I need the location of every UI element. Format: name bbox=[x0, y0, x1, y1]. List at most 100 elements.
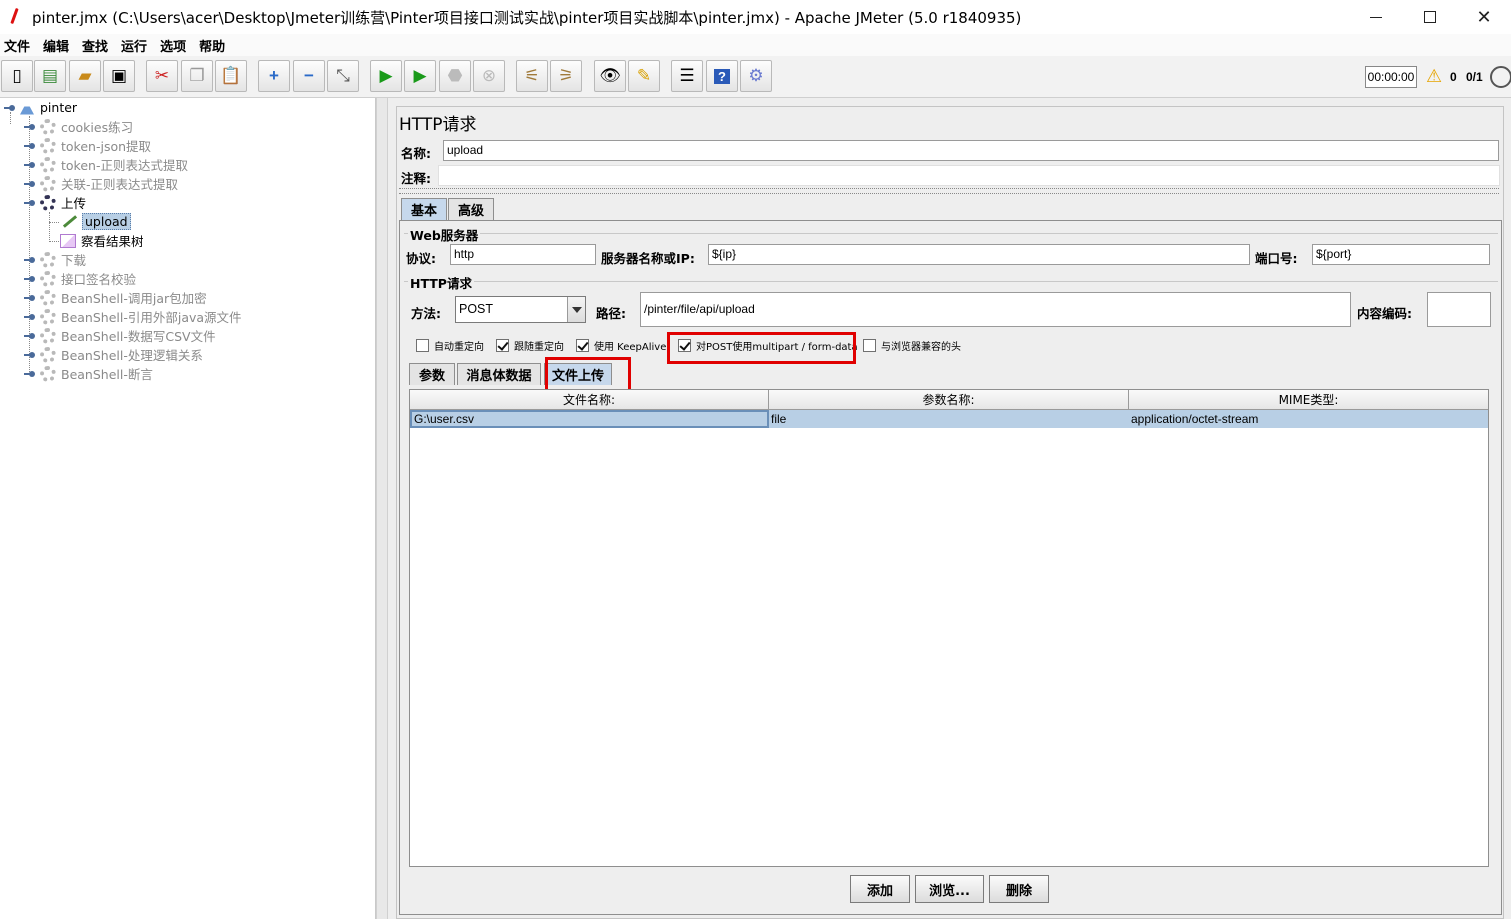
tree-item-signature[interactable]: 接口签名校验 bbox=[24, 269, 136, 288]
method-select[interactable]: POST bbox=[455, 296, 586, 323]
start-button[interactable]: ▶ bbox=[370, 60, 402, 92]
cut-button[interactable]: ✂ bbox=[146, 60, 178, 92]
chevron-down-icon[interactable] bbox=[567, 297, 585, 322]
tree-toggle-icon[interactable] bbox=[4, 103, 15, 113]
tree-item-upload-sampler[interactable]: upload bbox=[60, 212, 131, 231]
templates-button[interactable]: ▤ bbox=[34, 60, 66, 92]
stop-button[interactable]: ⬣ bbox=[439, 60, 471, 92]
warning-count: 0 bbox=[1450, 70, 1457, 84]
tab-advanced[interactable]: 高级 bbox=[448, 198, 494, 220]
menu-help[interactable]: 帮助 bbox=[199, 36, 225, 55]
menu-file[interactable]: 文件 bbox=[4, 36, 30, 55]
tree-item-beanshell-csv[interactable]: BeanShell-数据写CSV文件 bbox=[24, 326, 216, 345]
auto-redirect-checkbox[interactable]: 自动重定向 bbox=[416, 338, 484, 353]
warning-icon[interactable]: ⚠ bbox=[1426, 66, 1442, 87]
clear-all-icon: ⚞ bbox=[558, 66, 574, 85]
menu-options[interactable]: 选项 bbox=[160, 36, 186, 55]
table-row[interactable]: G:\user.csv file application/octet-strea… bbox=[410, 410, 1488, 428]
encoding-field[interactable] bbox=[1427, 292, 1491, 327]
delete-button[interactable]: 删除 bbox=[989, 875, 1049, 903]
tree-toggle-icon[interactable] bbox=[24, 331, 35, 341]
column-header-filename[interactable]: 文件名称: bbox=[410, 390, 769, 410]
minimize-button[interactable] bbox=[1349, 0, 1403, 34]
protocol-field[interactable]: http bbox=[450, 244, 596, 265]
tree-toggle-icon[interactable] bbox=[24, 312, 35, 322]
tab-basic[interactable]: 基本 bbox=[401, 198, 447, 220]
files-upload-highlight bbox=[545, 357, 631, 393]
port-label: 端口号: bbox=[1255, 251, 1298, 266]
tree-toggle-icon[interactable] bbox=[24, 293, 35, 303]
server-field[interactable]: ${ip} bbox=[708, 244, 1250, 265]
expand-button[interactable]: + bbox=[258, 60, 290, 92]
tab-parameters[interactable]: 参数 bbox=[409, 363, 455, 385]
menu-run[interactable]: 运行 bbox=[121, 36, 147, 55]
comment-field[interactable] bbox=[438, 165, 1500, 186]
add-button[interactable]: 添加 bbox=[850, 875, 910, 903]
help-button[interactable]: ? bbox=[706, 60, 738, 92]
panel-splitter[interactable] bbox=[376, 98, 388, 919]
maximize-button[interactable] bbox=[1403, 0, 1457, 34]
name-field[interactable]: upload bbox=[443, 140, 1499, 161]
function-helper-button[interactable]: ☰ bbox=[671, 60, 703, 92]
column-header-mime[interactable]: MIME类型: bbox=[1129, 390, 1488, 410]
tree-item-beanshell-logic[interactable]: BeanShell-处理逻辑关系 bbox=[24, 345, 203, 364]
table-cell-filename[interactable]: G:\user.csv bbox=[410, 410, 769, 428]
clear-button[interactable]: ⚟ bbox=[516, 60, 548, 92]
checkbox-label: 跟随重定向 bbox=[514, 342, 564, 353]
tree-toggle-icon[interactable] bbox=[24, 350, 35, 360]
save-button[interactable]: ▣ bbox=[103, 60, 135, 92]
follow-redirect-checkbox[interactable]: 跟随重定向 bbox=[496, 338, 564, 353]
path-field[interactable]: /pinter/file/api/upload bbox=[640, 292, 1351, 327]
tree-item-token-regex[interactable]: token-正则表达式提取 bbox=[24, 155, 188, 174]
tree-toggle-icon[interactable] bbox=[24, 198, 35, 208]
port-field[interactable]: ${port} bbox=[1312, 244, 1490, 265]
tree-root[interactable]: pinter bbox=[4, 98, 77, 117]
tree-item-beanshell-assert[interactable]: BeanShell-断言 bbox=[24, 364, 153, 383]
checkbox-box[interactable] bbox=[576, 339, 589, 352]
tree-item-upload-group[interactable]: 上传 bbox=[24, 193, 86, 212]
menu-edit[interactable]: 编辑 bbox=[43, 36, 69, 55]
tree-toggle-icon[interactable] bbox=[24, 141, 35, 151]
start-no-pause-button[interactable]: ▶ bbox=[404, 60, 436, 92]
checkbox-box[interactable] bbox=[496, 339, 509, 352]
menu-search[interactable]: 查找 bbox=[82, 36, 108, 55]
panel-title: HTTP请求 bbox=[399, 115, 477, 135]
checkbox-box[interactable] bbox=[416, 339, 429, 352]
browser-headers-checkbox[interactable]: 与浏览器兼容的头 bbox=[863, 338, 961, 353]
tree-toggle-icon[interactable] bbox=[24, 160, 35, 170]
tree-toggle-icon[interactable] bbox=[24, 369, 35, 379]
tree-toggle-icon[interactable] bbox=[24, 255, 35, 265]
tree-item-cookies[interactable]: cookies练习 bbox=[24, 117, 133, 136]
maximize-icon bbox=[1424, 11, 1436, 23]
table-cell-mime[interactable]: application/octet-stream bbox=[1129, 410, 1488, 428]
tree-item-token-json[interactable]: token-json提取 bbox=[24, 136, 151, 155]
shutdown-button[interactable]: ⊗ bbox=[473, 60, 505, 92]
tree-item-correlation-regex[interactable]: 关联-正则表达式提取 bbox=[24, 174, 178, 193]
tab-body-data[interactable]: 消息体数据 bbox=[457, 363, 541, 385]
paste-button[interactable]: 📋 bbox=[215, 60, 247, 92]
thread-group-icon bbox=[40, 137, 56, 154]
reset-search-button[interactable]: ✎ bbox=[628, 60, 660, 92]
tree-item-beanshell-java[interactable]: BeanShell-引用外部java源文件 bbox=[24, 307, 242, 326]
tree-item-results-tree[interactable]: 察看结果树 bbox=[60, 231, 144, 250]
tree-toggle-icon[interactable] bbox=[24, 179, 35, 189]
new-button[interactable]: ▯ bbox=[1, 60, 33, 92]
clear-all-button[interactable]: ⚞ bbox=[550, 60, 582, 92]
collapse-button[interactable]: − bbox=[293, 60, 325, 92]
collapse-divider[interactable] bbox=[399, 188, 1499, 194]
toggle-button[interactable]: ⤡ bbox=[327, 60, 359, 92]
close-button[interactable]: ✕ bbox=[1457, 0, 1511, 34]
checkbox-box[interactable] bbox=[863, 339, 876, 352]
search-button[interactable]: 👁 bbox=[594, 60, 626, 92]
open-button[interactable]: ▰ bbox=[69, 60, 101, 92]
tree-item-download[interactable]: 下载 bbox=[24, 250, 86, 269]
tree-toggle-icon[interactable] bbox=[24, 274, 35, 284]
table-cell-param-name[interactable]: file bbox=[769, 410, 1129, 428]
copy-button[interactable]: ❐ bbox=[181, 60, 213, 92]
keepalive-checkbox[interactable]: 使用 KeepAlive bbox=[576, 338, 666, 353]
browse-button[interactable]: 浏览... bbox=[915, 875, 984, 903]
remote-button[interactable]: ⚙ bbox=[740, 60, 772, 92]
column-header-param-name[interactable]: 参数名称: bbox=[769, 390, 1129, 410]
tree-toggle-icon[interactable] bbox=[24, 122, 35, 132]
tree-item-beanshell-jar[interactable]: BeanShell-调用jar包加密 bbox=[24, 288, 207, 307]
